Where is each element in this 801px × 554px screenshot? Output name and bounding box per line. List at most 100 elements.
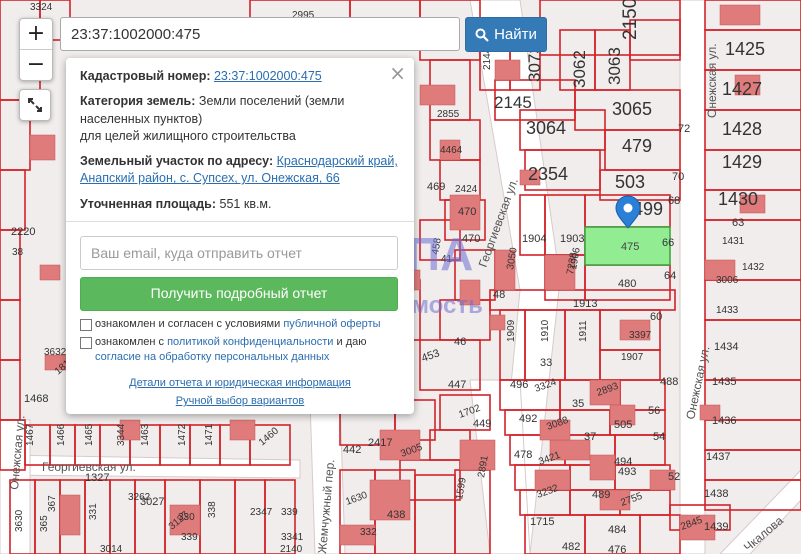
parcel-number: 1439 bbox=[704, 521, 728, 533]
parcel-number: 493 bbox=[618, 466, 636, 478]
parcel-number: 505 bbox=[614, 419, 632, 431]
parcel-number: 479 bbox=[622, 136, 652, 156]
parcel-number: 1467 bbox=[25, 423, 36, 446]
parcel-number: 3632 bbox=[44, 347, 67, 358]
parcel-number: 3630 bbox=[14, 509, 25, 532]
parcel-number: 438 bbox=[387, 509, 405, 521]
parcel-number: 68 bbox=[668, 195, 680, 207]
fullscreen-button[interactable] bbox=[19, 89, 51, 121]
parcel-number: 1913 bbox=[573, 298, 597, 310]
parcel-number: 484 bbox=[608, 524, 626, 536]
address-label: Земельный участок по адресу: bbox=[80, 154, 274, 168]
cadastral-number-link[interactable]: 23:37:1002000:475 bbox=[214, 69, 322, 83]
parcel-number: 492 bbox=[519, 413, 537, 425]
parcel-number: 1433 bbox=[716, 305, 739, 316]
parcel-number: 2855 bbox=[437, 109, 460, 120]
cadastral-label: Кадастровый номер: bbox=[80, 69, 211, 83]
parcel-number: 1468 bbox=[24, 393, 48, 405]
parcel-number: 469 bbox=[427, 181, 445, 193]
address-link[interactable]: Краснодарский край, bbox=[277, 154, 398, 168]
parcel-number: 367 bbox=[47, 495, 58, 512]
parcel-number: 1438 bbox=[704, 488, 728, 500]
search-input[interactable] bbox=[60, 17, 460, 51]
parcel-number: 3065 bbox=[612, 99, 652, 119]
parcel-number: 3324 bbox=[30, 2, 53, 13]
parcel-number: 1907 bbox=[621, 352, 644, 363]
close-icon[interactable]: × bbox=[389, 60, 406, 88]
address-link[interactable]: Анапский район, с. Супсех, ул. Онежская,… bbox=[80, 171, 340, 185]
parcel-number: 37 bbox=[584, 431, 596, 443]
parcel-number: 56 bbox=[648, 405, 660, 417]
parcel-number: 1432 bbox=[742, 262, 765, 273]
parcel-number: 1466 bbox=[56, 423, 67, 446]
consent-privacy: ознакомлен с политикой конфиденциальност… bbox=[80, 335, 400, 365]
consent-privacy-text: ознакомлен с политикой конфиденциальност… bbox=[95, 335, 367, 364]
consent-offer: ознакомлен и согласен с условиями публич… bbox=[80, 317, 400, 332]
cadastral-row: Кадастровый номер: 23:37:1002000:475 bbox=[80, 68, 400, 85]
parcel-number: 1465 bbox=[84, 423, 95, 446]
parcel-number: 1436 bbox=[712, 415, 736, 427]
parcel-number: 3262 bbox=[128, 492, 151, 503]
parcel-number: 3064 bbox=[526, 118, 566, 138]
area-value: 551 кв.м. bbox=[219, 196, 272, 211]
consent-privacy-checkbox[interactable] bbox=[80, 336, 92, 349]
parcel-number: 1903 bbox=[560, 233, 584, 245]
category-row: Категория земель: Земли поселений (земли… bbox=[80, 93, 400, 145]
street-label: Георгиевская ул. bbox=[42, 460, 136, 474]
parcel-number: 1431 bbox=[722, 236, 745, 247]
parcel-number: 365 bbox=[39, 515, 50, 532]
parcel-number: 331 bbox=[88, 503, 99, 520]
category-text: Земли поселений (земли bbox=[198, 94, 345, 109]
offer-link[interactable]: публичной оферты bbox=[283, 318, 380, 330]
parcel-number: 2424 bbox=[455, 184, 478, 195]
parcel-number: 35 bbox=[572, 398, 584, 410]
parcel-number: 496 bbox=[510, 379, 528, 391]
parcel-number: 489 bbox=[592, 489, 610, 501]
parcel-number: 1909 bbox=[506, 319, 517, 342]
parcel-number: 3062 bbox=[570, 50, 589, 88]
manual-select-link[interactable]: Ручной выбор вариантов bbox=[176, 395, 304, 407]
consent-offer-text: ознакомлен и согласен с условиями публич… bbox=[95, 317, 381, 330]
parcel-number: 4464 bbox=[440, 145, 463, 156]
parcel-number: 1427 bbox=[722, 79, 762, 99]
parcel-number: 332 bbox=[360, 527, 377, 538]
parcel-number: 1429 bbox=[722, 152, 762, 172]
category-text: населенных пунктов) bbox=[80, 111, 203, 126]
parcel-number: 1435 bbox=[712, 376, 736, 388]
privacy-link[interactable]: политикой конфиденциальности bbox=[167, 336, 333, 348]
parcel-number: 1904 bbox=[522, 233, 546, 245]
selected-parcel-label: 475 bbox=[621, 241, 639, 253]
parcel-number: 2150 bbox=[620, 0, 641, 40]
parcel-number: 1715 bbox=[530, 516, 554, 528]
parcel-number: 480 bbox=[618, 278, 636, 290]
parcel-number: 2354 bbox=[528, 164, 568, 184]
parcel-number: 3063 bbox=[605, 47, 624, 85]
details-link[interactable]: Детали отчета и юридическая информация bbox=[129, 377, 351, 389]
manual-link-row: Ручной выбор вариантов bbox=[66, 394, 414, 409]
parcel-number: 2347 bbox=[250, 507, 273, 518]
personal-data-link[interactable]: согласие на обработку персональных данны… bbox=[95, 351, 329, 363]
search-button[interactable]: Найти bbox=[465, 17, 547, 52]
parcel-number: 64 bbox=[664, 270, 676, 282]
email-input[interactable] bbox=[80, 235, 398, 270]
parcel-number: 2145 bbox=[494, 93, 532, 112]
parcel-number: 3344 bbox=[116, 423, 127, 446]
consent-offer-checkbox[interactable] bbox=[80, 318, 92, 331]
parcel-number: 3341 bbox=[281, 532, 304, 543]
address-row: Земельный участок по адресу: Краснодарск… bbox=[80, 153, 400, 188]
parcel-number: 1434 bbox=[714, 341, 738, 353]
parcel-number: 46 bbox=[454, 336, 466, 348]
get-report-button[interactable]: Получить подробный отчет bbox=[80, 276, 398, 311]
parcel-number: 339 bbox=[181, 532, 198, 543]
zoom-out-button[interactable]: − bbox=[20, 50, 52, 80]
parcel-number: 52 bbox=[668, 471, 680, 483]
zoom-in-button[interactable]: + bbox=[20, 19, 52, 49]
parcel-number: 503 bbox=[615, 172, 645, 192]
parcel-number: 38 bbox=[12, 247, 24, 258]
parcel-number: 60 bbox=[650, 311, 662, 323]
search-icon bbox=[475, 28, 489, 42]
search-button-label: Найти bbox=[494, 26, 537, 43]
parcel-number: 476 bbox=[608, 544, 626, 554]
parcel-number: 478 bbox=[514, 449, 532, 461]
parcel-number: 48 bbox=[493, 289, 505, 301]
